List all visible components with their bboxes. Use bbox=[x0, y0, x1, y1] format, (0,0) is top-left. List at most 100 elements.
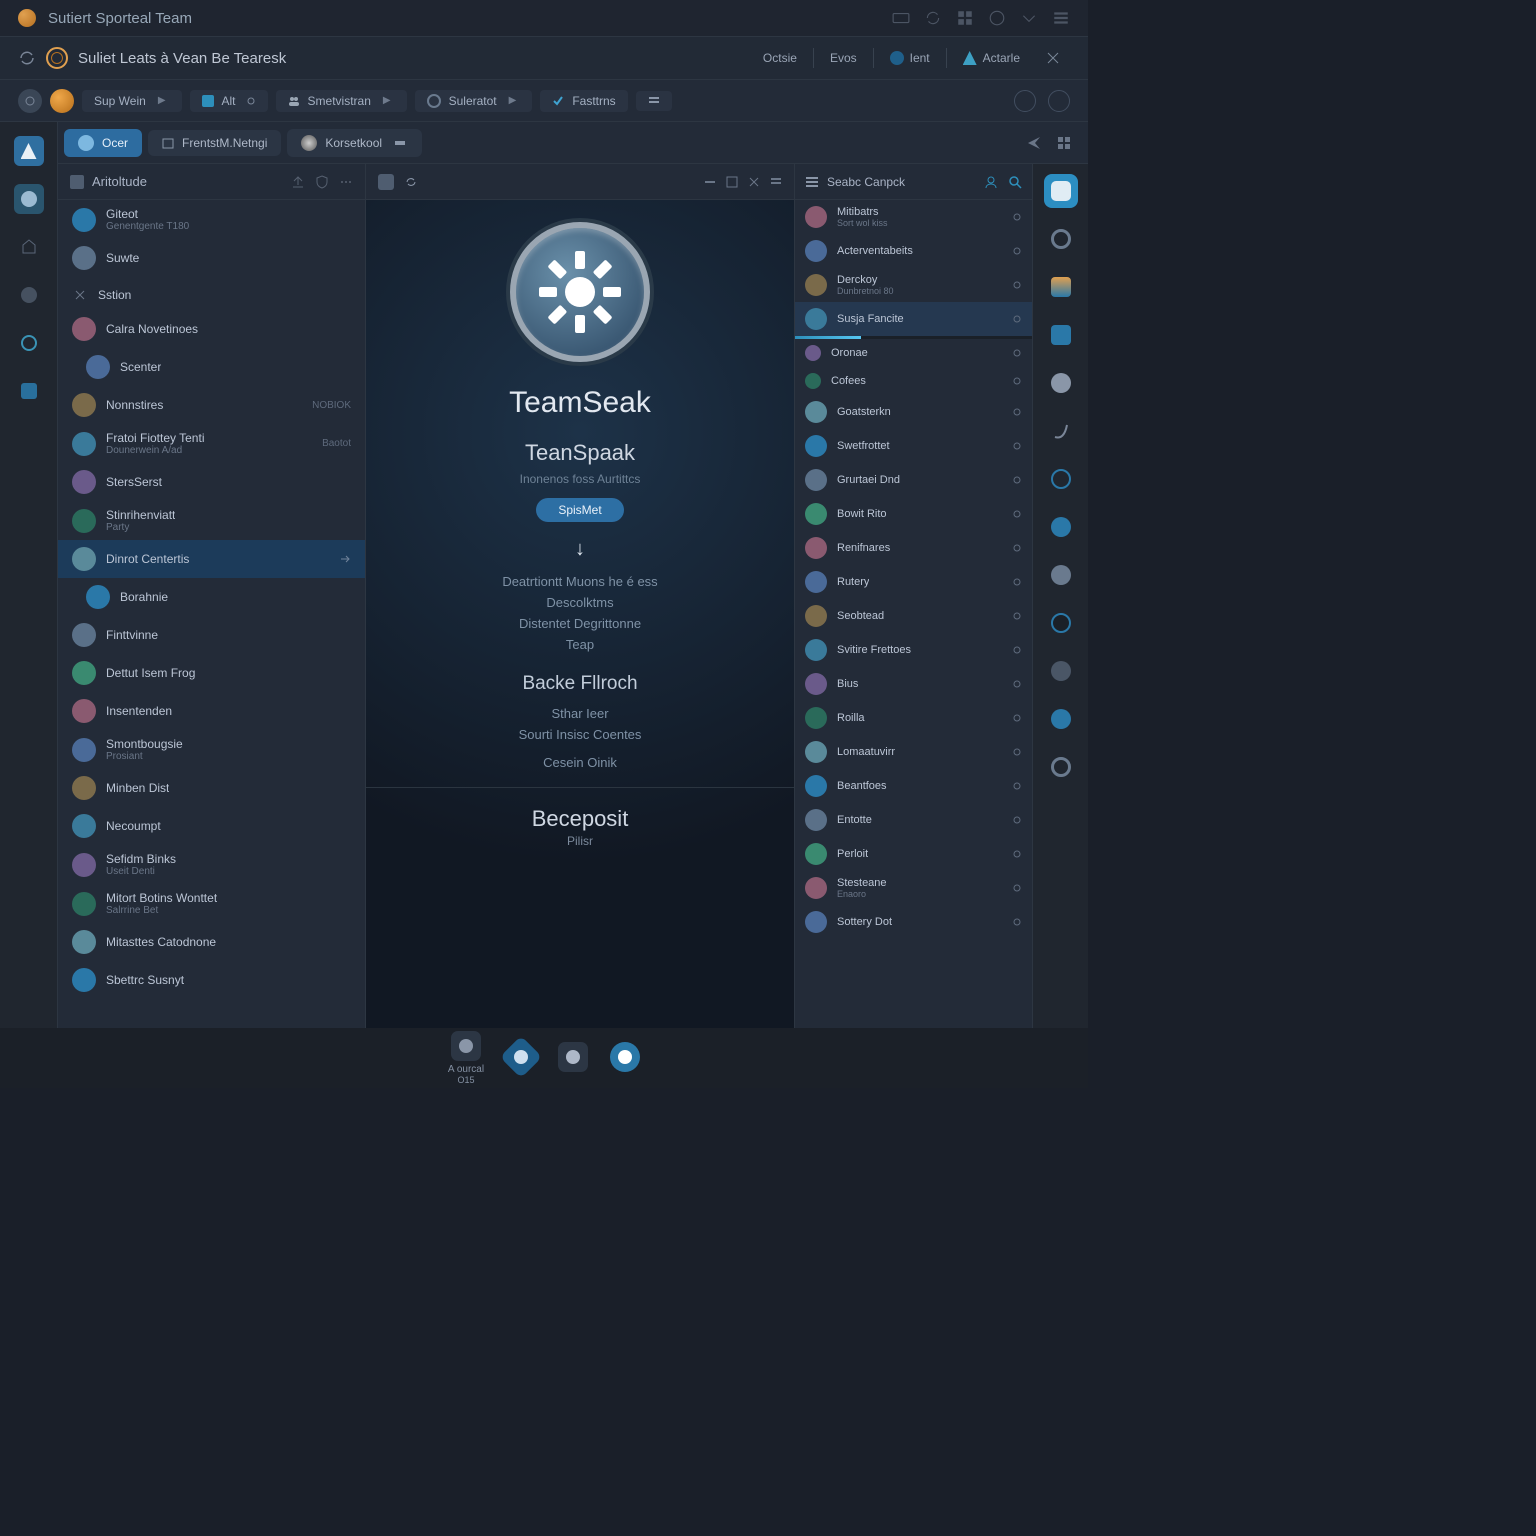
action-icon[interactable] bbox=[1012, 280, 1022, 290]
rail-3-icon[interactable] bbox=[14, 232, 44, 262]
action-icon[interactable] bbox=[1012, 645, 1022, 655]
contact-item[interactable]: Beantfoes bbox=[795, 769, 1032, 803]
contact-item[interactable]: DerckoyDunbretnoi 80 bbox=[795, 268, 1032, 302]
action-icon[interactable] bbox=[1012, 212, 1022, 222]
action-icon[interactable] bbox=[1012, 747, 1022, 757]
contact-item[interactable]: Entotte bbox=[795, 803, 1032, 837]
upload-icon[interactable] bbox=[291, 175, 305, 189]
action-icon[interactable] bbox=[1012, 441, 1022, 451]
list-item[interactable]: Necoumpt bbox=[58, 807, 365, 845]
bottom-item-2[interactable] bbox=[558, 1042, 588, 1075]
list-item[interactable]: Fratoi Fiottey TentiDounerwein A/adBaoto… bbox=[58, 424, 365, 463]
action-icon[interactable] bbox=[1012, 543, 1022, 553]
ct-max-icon[interactable] bbox=[726, 176, 738, 188]
header-more-icon[interactable] bbox=[1036, 47, 1070, 69]
shield-icon[interactable] bbox=[315, 175, 329, 189]
nav-item-4[interactable]: Fasttrns bbox=[540, 90, 627, 112]
window-icon[interactable] bbox=[956, 9, 974, 27]
action-icon[interactable] bbox=[1012, 815, 1022, 825]
nav-item-list[interactable] bbox=[636, 91, 672, 111]
contact-item[interactable]: Rutery bbox=[795, 565, 1032, 599]
nav-item-3[interactable]: Suleratot▶ bbox=[415, 90, 533, 112]
contact-item[interactable]: Oronae bbox=[795, 339, 1032, 367]
nav-back-icon[interactable] bbox=[18, 89, 42, 113]
action-icon[interactable] bbox=[1012, 781, 1022, 791]
rail-4-icon[interactable] bbox=[14, 280, 44, 310]
action-icon[interactable] bbox=[1012, 407, 1022, 417]
rrail-5[interactable] bbox=[1044, 414, 1078, 448]
action-icon[interactable] bbox=[1012, 611, 1022, 621]
rail-home-icon[interactable] bbox=[14, 136, 44, 166]
list-item[interactable]: Mitort Botins WonttetSalrrine Bet bbox=[58, 884, 365, 923]
sync-icon[interactable] bbox=[924, 9, 942, 27]
list-item[interactable]: Borahnie bbox=[58, 578, 365, 616]
activity-icon[interactable] bbox=[892, 9, 910, 27]
rrail-1[interactable] bbox=[1044, 222, 1078, 256]
more-icon[interactable] bbox=[339, 175, 353, 189]
list-item[interactable]: StersSerst bbox=[58, 463, 365, 501]
header-btn-3[interactable]: Actarle bbox=[953, 47, 1030, 69]
contact-item[interactable]: Roilla bbox=[795, 701, 1032, 735]
contact-item[interactable]: StesteaneEnaoro bbox=[795, 871, 1032, 905]
ct-menu-icon[interactable] bbox=[770, 176, 782, 188]
menu-icon[interactable] bbox=[1052, 9, 1070, 27]
contact-item[interactable]: Grurtaei Dnd bbox=[795, 463, 1032, 497]
rrail-0[interactable] bbox=[1044, 174, 1078, 208]
bottom-item-1[interactable] bbox=[506, 1042, 536, 1075]
ct-close-icon[interactable] bbox=[748, 176, 760, 188]
list-item[interactable]: GiteotGenentgente T180 bbox=[58, 200, 365, 239]
list-item[interactable]: Dinrot Centertis bbox=[58, 540, 365, 578]
rrail-6[interactable] bbox=[1044, 462, 1078, 496]
refresh-icon[interactable] bbox=[18, 49, 36, 67]
action-icon[interactable] bbox=[1012, 849, 1022, 859]
action-icon[interactable] bbox=[1012, 713, 1022, 723]
action-icon[interactable] bbox=[1012, 475, 1022, 485]
rrail-9[interactable] bbox=[1044, 606, 1078, 640]
tab-1[interactable]: FrentstM.Netngi bbox=[148, 130, 281, 156]
nav-item-0[interactable]: Sup Wein▶ bbox=[82, 90, 182, 112]
contact-item[interactable]: Swetfrottet bbox=[795, 429, 1032, 463]
list-item[interactable]: Mitasttes Catodnone bbox=[58, 923, 365, 961]
nav-item-2[interactable]: Smetvistran▶ bbox=[276, 90, 407, 112]
rrail-10[interactable] bbox=[1044, 654, 1078, 688]
action-icon[interactable] bbox=[1012, 917, 1022, 927]
list-item[interactable]: Sbettrc Susnyt bbox=[58, 961, 365, 999]
rrail-2[interactable] bbox=[1044, 270, 1078, 304]
action-icon[interactable] bbox=[1012, 376, 1022, 386]
tab-0[interactable]: Ocer bbox=[64, 129, 142, 157]
list-item[interactable]: Insentenden bbox=[58, 692, 365, 730]
list-item[interactable]: StinrihenviattParty bbox=[58, 501, 365, 540]
splash-primary-button[interactable]: SpisMet bbox=[536, 498, 623, 522]
rrail-4[interactable] bbox=[1044, 366, 1078, 400]
contact-item[interactable]: Svitire Frettoes bbox=[795, 633, 1032, 667]
search-icon[interactable] bbox=[1008, 175, 1022, 189]
action-icon[interactable] bbox=[1012, 509, 1022, 519]
nav-compass-icon[interactable] bbox=[1048, 90, 1070, 112]
contact-item[interactable]: MitibatrsSort wol kiss bbox=[795, 200, 1032, 234]
contact-item[interactable]: Sottery Dot bbox=[795, 905, 1032, 939]
rrail-3[interactable] bbox=[1044, 318, 1078, 352]
ct-min-icon[interactable] bbox=[704, 176, 716, 188]
contact-item[interactable]: Renifnares bbox=[795, 531, 1032, 565]
contact-item[interactable]: Cofees bbox=[795, 367, 1032, 395]
action-icon[interactable] bbox=[1012, 577, 1022, 587]
list-item[interactable]: NonnstiresNOBIOK bbox=[58, 386, 365, 424]
action-icon[interactable] bbox=[1012, 348, 1022, 358]
contact-item[interactable]: Seobtead bbox=[795, 599, 1032, 633]
network-icon[interactable] bbox=[988, 9, 1006, 27]
contact-item[interactable]: Acterventabeits bbox=[795, 234, 1032, 268]
header-btn-0[interactable]: Octsie bbox=[753, 47, 807, 69]
header-btn-2[interactable]: Ient bbox=[880, 47, 940, 69]
list-item[interactable]: Finttvinne bbox=[58, 616, 365, 654]
contact-item[interactable]: Perloit bbox=[795, 837, 1032, 871]
action-icon[interactable] bbox=[1012, 883, 1022, 893]
contact-item[interactable]: Bius bbox=[795, 667, 1032, 701]
tab-send-icon[interactable] bbox=[1026, 135, 1042, 151]
nav-item-1[interactable]: Alt bbox=[190, 90, 268, 112]
list-item[interactable]: Sefidm BinksUseit Denti bbox=[58, 845, 365, 884]
action-icon[interactable] bbox=[1012, 314, 1022, 324]
contact-item[interactable]: Lomaatuvirr bbox=[795, 735, 1032, 769]
rrail-12[interactable] bbox=[1044, 750, 1078, 784]
tab-grid-icon[interactable] bbox=[1056, 135, 1072, 151]
tab-2[interactable]: Korsetkool bbox=[287, 129, 422, 157]
